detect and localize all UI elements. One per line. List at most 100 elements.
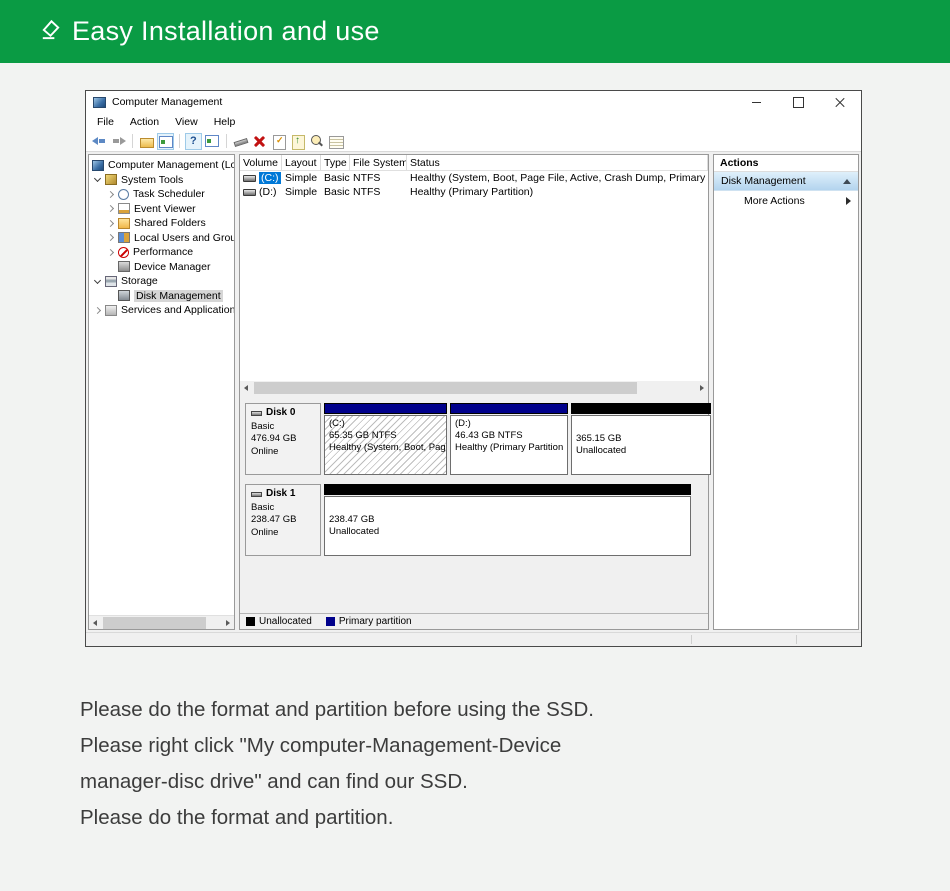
chevron-right-icon[interactable]	[106, 190, 115, 198]
volume-row-d[interactable]: (D:) Simple Basic NTFS Healthy (Primary …	[240, 185, 708, 199]
delete-icon[interactable]	[251, 133, 268, 150]
tree-item-computer-management[interactable]: Computer Management (Local	[89, 158, 234, 173]
tree-item-services-and-applications[interactable]: Services and Applications	[89, 303, 234, 318]
tree-item-storage[interactable]: Storage	[89, 274, 234, 289]
unallocated-bar	[571, 403, 711, 414]
chevron-right-icon[interactable]	[106, 205, 115, 213]
properties-icon[interactable]	[327, 133, 344, 150]
disk-0-label[interactable]: Disk 0 Basic 476.94 GB Online	[245, 403, 321, 475]
toolbar-separator	[179, 134, 180, 148]
column-status[interactable]: Status	[407, 155, 708, 170]
maximize-icon[interactable]	[777, 91, 819, 113]
chevron-down-icon[interactable]	[93, 276, 102, 284]
instruction-line: Please right click "My computer-Manageme…	[80, 734, 562, 757]
send-icon[interactable]	[289, 133, 306, 150]
status-separator	[796, 635, 797, 644]
chevron-right-icon[interactable]	[106, 219, 115, 227]
chevron-right-icon[interactable]	[106, 248, 115, 256]
unallocated-region-disk1[interactable]: 238.47 GB Unallocated	[324, 484, 691, 556]
task-scheduler-icon	[118, 188, 129, 200]
actions-disk-management[interactable]: Disk Management	[714, 172, 858, 191]
column-type[interactable]: Type	[321, 155, 350, 170]
volume-list-scrollbar[interactable]	[240, 381, 708, 395]
primary-partition-swatch	[325, 617, 335, 626]
system-tools-icon	[105, 174, 117, 186]
menu-file[interactable]: File	[89, 116, 122, 128]
local-users-icon	[118, 232, 130, 244]
tree-item-performance[interactable]: Performance	[89, 245, 234, 260]
column-layout[interactable]: Layout	[282, 155, 321, 170]
actions-pane: Actions Disk Management More Actions	[713, 154, 859, 630]
search-folder-icon[interactable]	[308, 133, 325, 150]
unallocated-swatch	[246, 617, 255, 626]
console-tree-pane: Computer Management (Local System Tools …	[88, 154, 235, 630]
volume-row-c[interactable]: (C:) Simple Basic NTFS Healthy (System, …	[240, 171, 708, 185]
disk-management-pane: Volume Layout Type File System Status (C…	[239, 154, 711, 630]
device-manager-icon	[118, 261, 130, 273]
status-bar	[86, 632, 861, 646]
chevron-right-icon[interactable]	[106, 234, 115, 242]
disk-1-label[interactable]: Disk 1 Basic 238.47 GB Online	[245, 484, 321, 556]
scroll-right-icon[interactable]	[694, 381, 708, 395]
screwdriver-icon[interactable]	[232, 133, 249, 150]
tree-item-system-tools[interactable]: System Tools	[89, 173, 234, 188]
unallocated-bar	[324, 484, 691, 495]
tree-item-disk-management[interactable]: Disk Management	[89, 289, 234, 304]
title-bar[interactable]: Computer Management	[86, 91, 861, 113]
chevron-right-icon[interactable]	[93, 306, 102, 314]
partition-d[interactable]: (D:) 46.43 GB NTFS Healthy (Primary Part…	[450, 403, 568, 475]
menu-bar: File Action View Help	[86, 113, 861, 131]
scroll-left-icon[interactable]	[89, 616, 103, 630]
menu-action[interactable]: Action	[122, 116, 167, 128]
scrollbar-thumb[interactable]	[254, 382, 637, 394]
event-viewer-icon	[118, 203, 130, 215]
scrollbar-thumb[interactable]	[103, 616, 206, 629]
unallocated-region-disk0[interactable]: 365.15 GB Unallocated	[571, 403, 711, 475]
minimize-icon[interactable]	[735, 91, 777, 113]
action-pane-icon[interactable]	[204, 133, 221, 150]
column-volume[interactable]: Volume	[240, 155, 282, 170]
services-icon	[105, 304, 117, 316]
checklist-icon[interactable]	[270, 133, 287, 150]
graphical-view: Disk 0 Basic 476.94 GB Online (C:) 65.35…	[240, 395, 711, 613]
back-icon[interactable]	[91, 133, 108, 150]
menu-view[interactable]: View	[167, 116, 206, 128]
collapse-icon[interactable]	[843, 178, 851, 184]
column-file-system[interactable]: File System	[350, 155, 407, 170]
toolbar-separator	[226, 134, 227, 148]
instruction-line: manager-disc drive" and can find our SSD…	[80, 770, 468, 793]
performance-icon	[118, 246, 129, 258]
toolbar	[86, 131, 861, 152]
volume-list: Volume Layout Type File System Status (C…	[240, 155, 708, 381]
computer-management-window: Computer Management File Action View Hel…	[85, 90, 862, 647]
tree-item-task-scheduler[interactable]: Task Scheduler	[89, 187, 234, 202]
tree-item-shared-folders[interactable]: Shared Folders	[89, 216, 234, 231]
more-actions[interactable]: More Actions	[714, 191, 858, 210]
tree-horizontal-scrollbar[interactable]	[89, 615, 234, 629]
storage-icon	[105, 275, 117, 287]
instruction-line: Please do the format and partition befor…	[80, 698, 594, 721]
partition-c[interactable]: (C:) 65.35 GB NTFS Healthy (System, Boot…	[324, 403, 447, 475]
close-icon[interactable]	[819, 91, 861, 113]
export-list-icon[interactable]	[138, 133, 155, 150]
tree-item-device-manager[interactable]: Device Manager	[89, 260, 234, 275]
legend-unallocated: Unallocated	[246, 616, 312, 627]
window-title: Computer Management	[112, 96, 223, 108]
console-window-icon[interactable]	[157, 132, 174, 150]
app-icon	[93, 96, 106, 108]
scroll-left-icon[interactable]	[240, 381, 254, 395]
disk-0: Disk 0 Basic 476.94 GB Online (C:) 65.35…	[245, 403, 711, 475]
chevron-down-icon[interactable]	[93, 175, 102, 183]
eraser-icon	[38, 16, 63, 47]
help-icon[interactable]	[185, 132, 202, 150]
menu-help[interactable]: Help	[206, 116, 244, 128]
toolbar-separator	[132, 134, 133, 148]
tree-item-local-users-and-groups[interactable]: Local Users and Groups	[89, 231, 234, 246]
shared-folders-icon	[118, 217, 130, 229]
forward-icon[interactable]	[110, 133, 127, 150]
tree-item-event-viewer[interactable]: Event Viewer	[89, 202, 234, 217]
banner-title: Easy Installation and use	[72, 16, 380, 46]
volume-icon	[243, 188, 256, 196]
status-separator	[691, 635, 692, 644]
scroll-right-icon[interactable]	[220, 616, 234, 630]
